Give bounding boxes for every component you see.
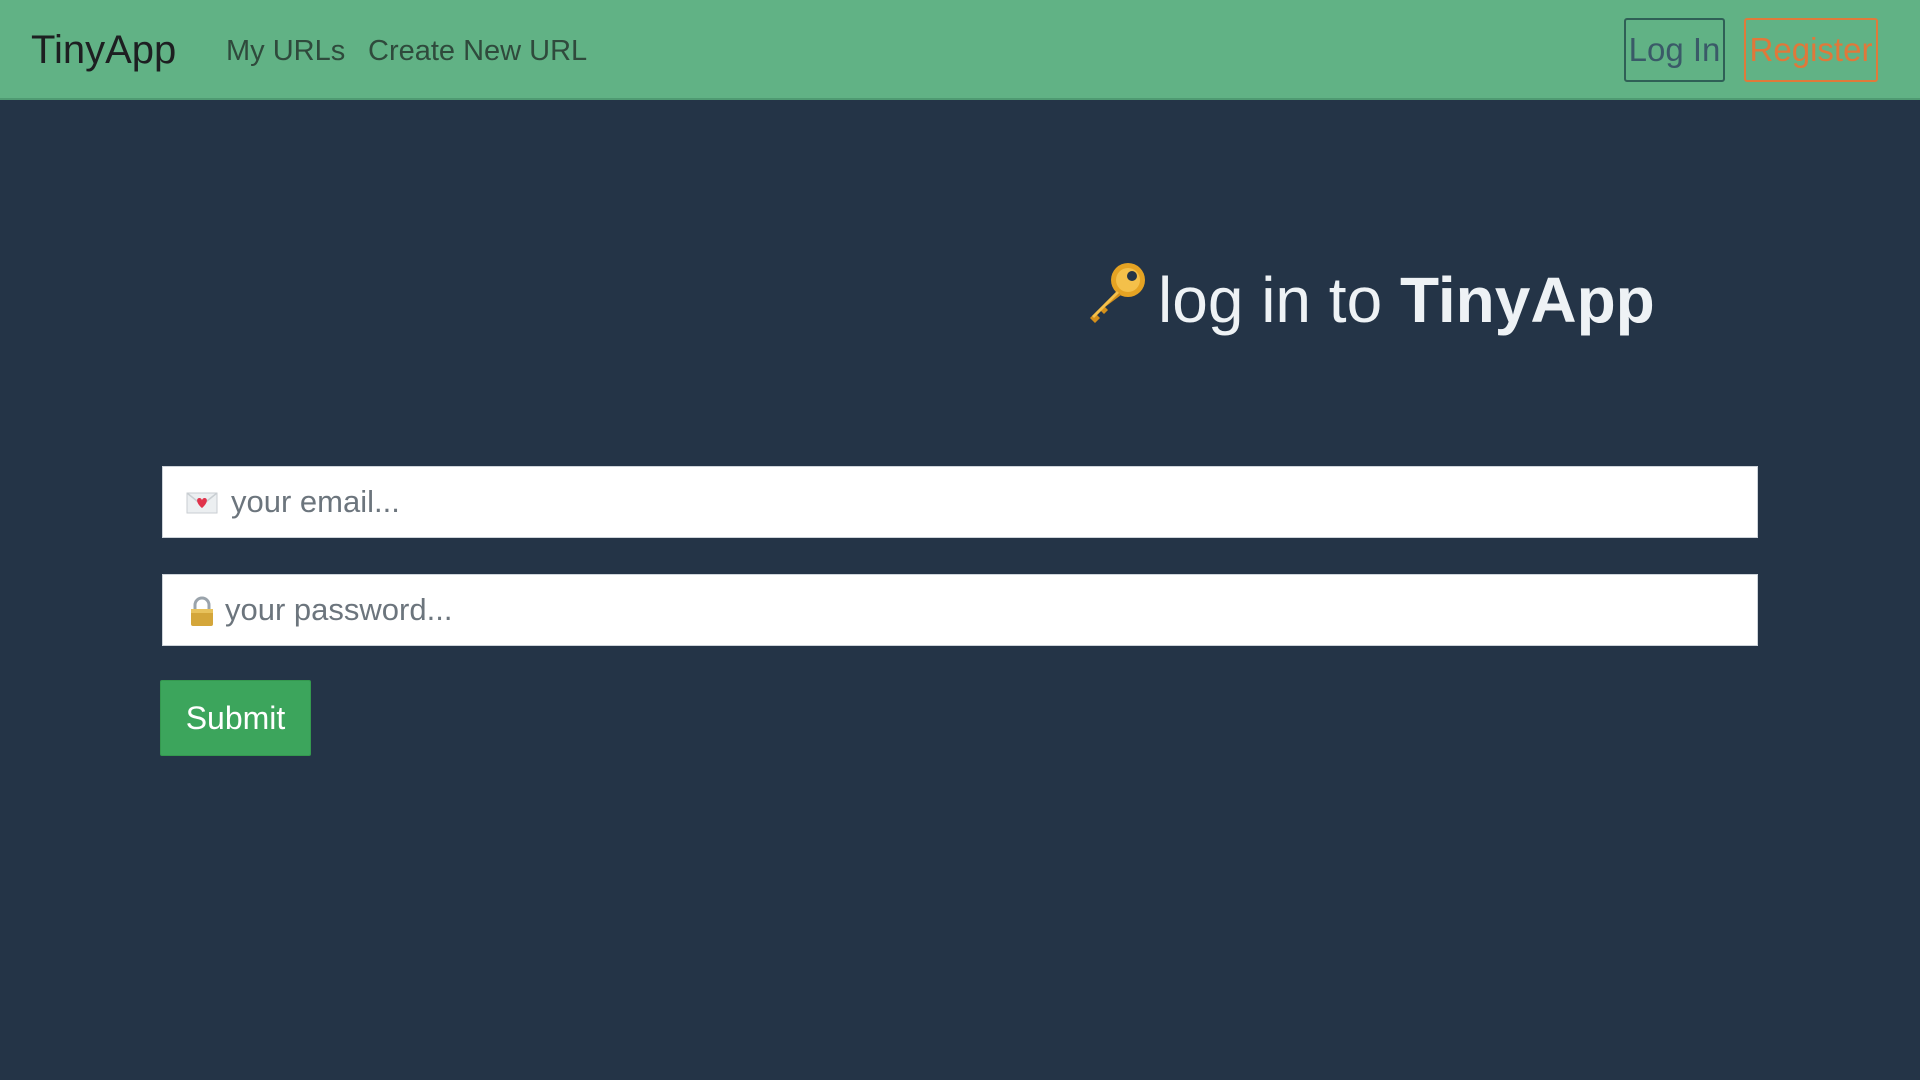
password-input[interactable] <box>223 575 1757 645</box>
login-button[interactable]: Log In <box>1624 18 1725 82</box>
nav-link-my-urls[interactable]: My URLs <box>226 33 345 69</box>
love-letter-icon <box>185 487 219 519</box>
heading-text: log in to <box>1158 264 1383 336</box>
email-input[interactable] <box>229 467 1757 537</box>
submit-button[interactable]: Submit <box>160 680 311 756</box>
register-button[interactable]: Register <box>1744 18 1878 82</box>
nav-link-create-new-url[interactable]: Create New URL <box>368 33 587 69</box>
navbar: TinyApp My URLs Create New URL Log In Re… <box>0 0 1920 100</box>
heading-brand: TinyApp <box>1399 264 1655 336</box>
brand-link[interactable]: TinyApp <box>31 26 176 74</box>
page-title: log in to TinyApp <box>1080 258 1655 340</box>
password-field-container <box>162 574 1758 646</box>
lock-icon <box>185 595 219 627</box>
email-field-container <box>162 466 1758 538</box>
key-icon <box>1080 258 1150 328</box>
